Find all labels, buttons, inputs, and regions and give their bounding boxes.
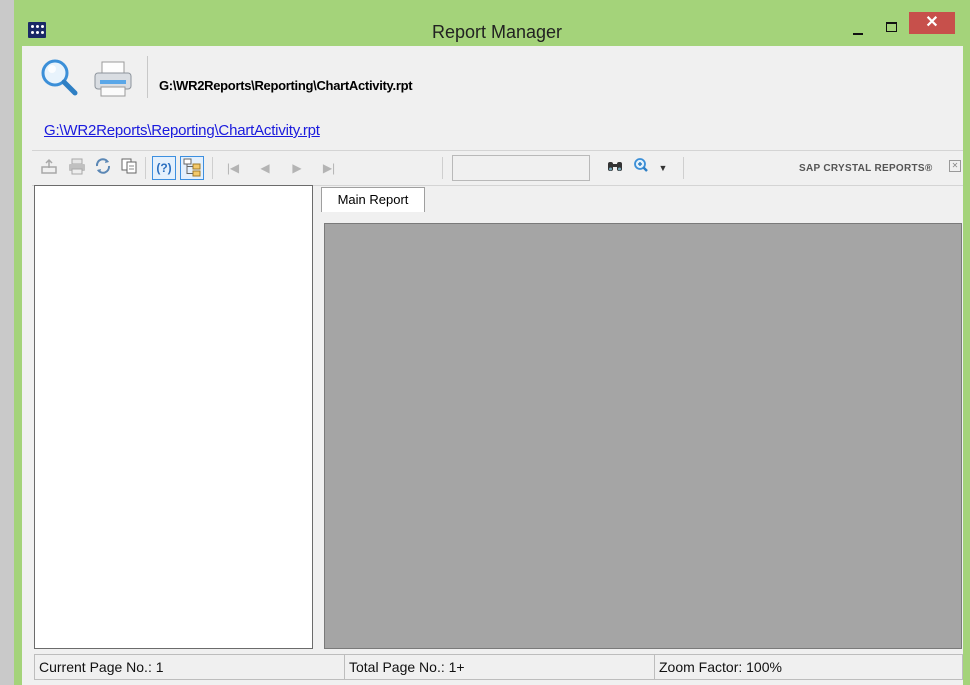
report-path-link[interactable]: G:\WR2Reports\Reporting\ChartActivity.rp…: [44, 122, 320, 139]
main-toolbar: G:\WR2Reports\Reporting\ChartActivity.rp…: [22, 46, 963, 118]
maximize-button[interactable]: [876, 14, 906, 40]
minimize-button[interactable]: [842, 14, 872, 40]
previous-page-icon[interactable]: ◀: [254, 157, 276, 179]
current-page-status: Current Page No.: 1: [35, 655, 345, 679]
export-icon[interactable]: [38, 157, 60, 179]
help-icon[interactable]: (?): [152, 156, 176, 180]
sap-crystal-reports-logo: SAP CRYSTAL REPORTS®: [799, 163, 933, 174]
zoom-icon[interactable]: [632, 157, 654, 179]
refresh-icon[interactable]: [92, 157, 114, 179]
client-area: G:\WR2Reports\Reporting\ChartActivity.rp…: [22, 46, 963, 685]
minimize-icon: [853, 33, 863, 35]
toolbar-separator: [442, 157, 443, 179]
tab-main-report[interactable]: Main Report: [321, 187, 425, 212]
title-bar[interactable]: Report Manager ✕: [14, 0, 970, 42]
toolbar-separator: [683, 157, 684, 179]
report-path-label: G:\WR2Reports\Reporting\ChartActivity.rp…: [159, 78, 413, 93]
close-icon: ✕: [925, 14, 939, 31]
printer-icon[interactable]: [92, 60, 134, 98]
print-icon[interactable]: [66, 157, 88, 179]
first-page-icon[interactable]: |◀: [222, 157, 244, 179]
close-button[interactable]: ✕: [909, 12, 955, 34]
find-icon[interactable]: [604, 157, 626, 179]
status-bar: Current Page No.: 1 Total Page No.: 1+ Z…: [34, 654, 963, 680]
magnifier-icon[interactable]: [40, 58, 78, 96]
zoom-dropdown-chevron-icon[interactable]: ▼: [652, 157, 674, 179]
zoom-factor-status: Zoom Factor: 100%: [659, 659, 782, 675]
report-preview-area[interactable]: [324, 223, 962, 649]
maximize-icon: [886, 22, 897, 32]
close-viewer-icon[interactable]: ✕: [949, 160, 961, 172]
report-manager-window: Report Manager ✕ G:\WR2Reports\Reporting…: [14, 0, 970, 685]
toolbar-separator: [212, 157, 213, 179]
group-tree-panel[interactable]: [34, 185, 313, 649]
window-title: Report Manager: [431, 22, 563, 42]
go-to-page-input[interactable]: [452, 155, 590, 181]
copy-icon[interactable]: [118, 157, 140, 179]
last-page-icon[interactable]: ▶|: [318, 157, 340, 179]
next-page-icon[interactable]: ▶: [286, 157, 308, 179]
toolbar-separator: [147, 56, 148, 98]
group-tree-icon[interactable]: [180, 156, 204, 180]
crystal-viewer-toolbar: (?) |◀ ◀ ▶ ▶| ▼ SAP CRYSTAL REPORTS® ✕: [32, 150, 963, 186]
toolbar-separator: [145, 157, 146, 179]
total-pages-status: Total Page No.: 1+: [345, 655, 655, 679]
app-icon[interactable]: [28, 22, 46, 38]
